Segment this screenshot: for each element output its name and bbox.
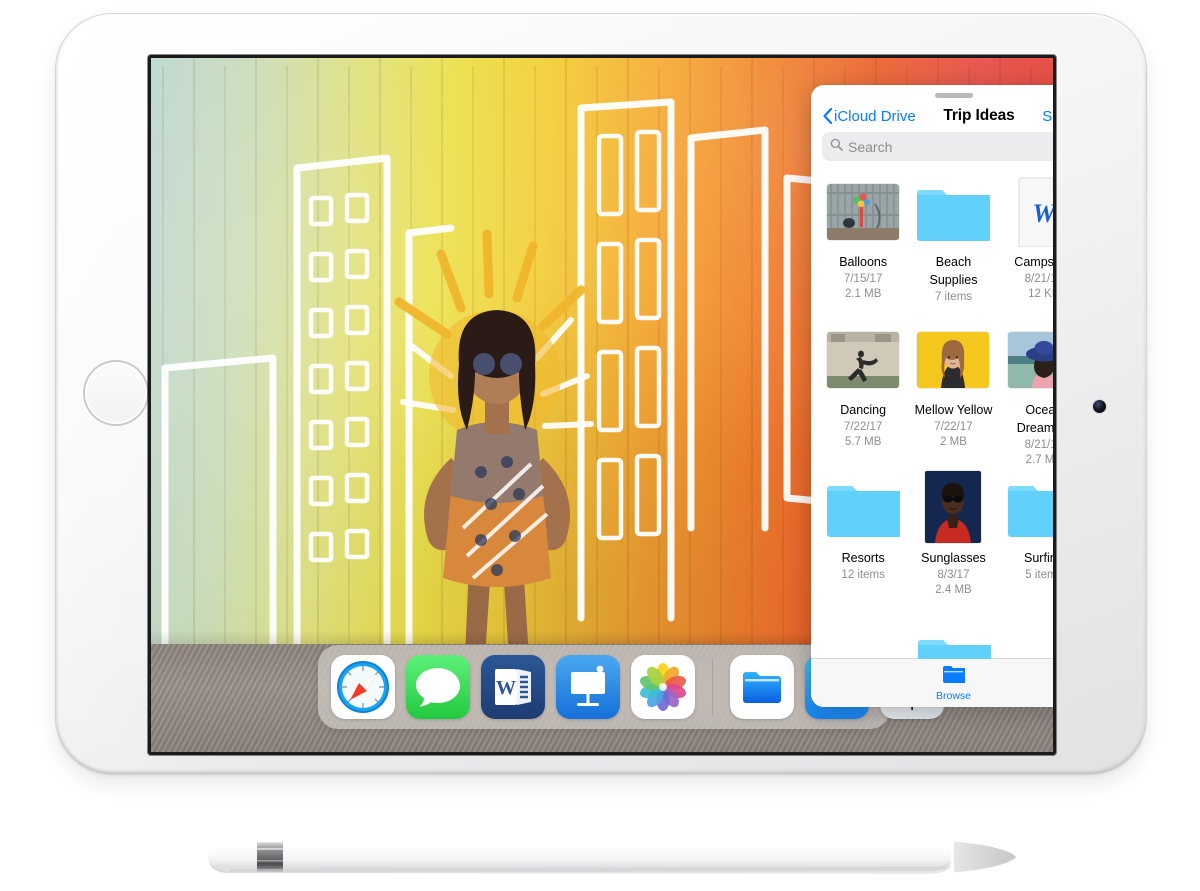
search-bar-container: Search (811, 130, 1053, 170)
messages-icon (416, 668, 460, 707)
file-item[interactable]: Mellow Yellow 7/22/17 2 MB (911, 323, 995, 471)
file-date: 7/22/17 (934, 420, 973, 433)
file-item[interactable]: Beach Supplies 7 items (911, 175, 995, 323)
panel-navigation-bar: iCloud Drive Trip Ideas Select (811, 98, 1053, 130)
file-item[interactable]: W Campsites 8/21/17 12 KB (1002, 175, 1053, 323)
home-button[interactable] (82, 359, 150, 427)
file-thumbnail (827, 323, 900, 397)
dock-app-keynote[interactable] (556, 655, 620, 719)
word-icon: W (495, 669, 531, 705)
photo-thumbnail-sunglasses (925, 471, 982, 543)
tab-browse[interactable]: Browse (936, 665, 971, 702)
file-thumbnail (1007, 471, 1053, 545)
file-date: 7/15/17 (843, 272, 883, 285)
photo-thumbnail-ocean-dreaming (1007, 332, 1053, 388)
file-name: Campsites (1014, 255, 1053, 269)
file-size: 2.1 MB (844, 288, 882, 301)
file-size: 12 KB (1028, 288, 1053, 301)
file-thumbnail (916, 175, 991, 249)
file-thumbnail: W (1017, 175, 1053, 249)
file-name: Resorts (841, 551, 885, 565)
file-thumbnail (826, 471, 901, 545)
search-input[interactable]: Search (822, 132, 1053, 161)
search-placeholder: Search (848, 138, 893, 155)
file-date: 7/22/17 (843, 420, 883, 433)
file-size: 5 items (1025, 568, 1053, 581)
folder-icon (827, 486, 901, 537)
tab-browse-label: Browse (935, 689, 971, 702)
file-name: Dancing (840, 403, 887, 417)
folder-icon (1007, 486, 1053, 537)
panel-title: Trip Ideas (943, 107, 1015, 124)
word-doc-glyph: W (1032, 199, 1053, 228)
file-name: Mellow Yellow (914, 403, 993, 417)
file-name: Surfing (1024, 551, 1053, 565)
file-thumbnail (1007, 323, 1053, 397)
file-thumbnail (925, 471, 982, 545)
apple-pencil (208, 840, 1016, 874)
home-button-ring (82, 359, 150, 427)
dock-app-safari[interactable] (331, 655, 395, 719)
file-name: Sunglasses (921, 551, 986, 565)
file-size: 2.7 MB (1025, 454, 1053, 467)
photo-thumbnail-mellow-yellow (917, 332, 990, 388)
file-size: 2.4 MB (935, 584, 972, 597)
file-size: 12 items (841, 568, 885, 581)
file-item[interactable]: Dancing 7/22/17 5.7 MB (821, 323, 905, 471)
file-item[interactable]: Balloons 7/15/17 2.1 MB (821, 175, 905, 323)
document-icon: W (1018, 177, 1053, 247)
file-item[interactable]: Resorts 12 items (821, 471, 905, 619)
file-date: 8/3/17 (937, 568, 970, 581)
dock-app-word[interactable]: W (481, 655, 545, 719)
file-thumbnail (917, 323, 990, 397)
word-icon-glyph: W (496, 677, 516, 699)
folder-icon (942, 665, 966, 689)
ipad-device: W iCloud Drive Trip Ideas S Search Ballo… (56, 14, 1146, 774)
photo-thumbnail-dancing (827, 332, 900, 388)
photo-thumbnail-balloons (827, 184, 900, 240)
dock: W (318, 645, 944, 729)
files-icon (743, 672, 781, 703)
folder-icon (917, 190, 991, 241)
file-name: Beach Supplies (929, 255, 978, 287)
back-button-label: iCloud Drive (834, 107, 916, 125)
file-item[interactable]: Ocean Dreaming 8/21/17 2.7 MB (1002, 323, 1053, 471)
dock-divider (712, 659, 713, 715)
file-size: 5.7 MB (844, 436, 882, 449)
screen: W iCloud Drive Trip Ideas S Search Ballo… (151, 58, 1053, 752)
panel-tab-bar: Browse (811, 658, 1053, 707)
file-thumbnail (827, 175, 900, 249)
select-button[interactable]: Select (1042, 108, 1053, 125)
file-size: 2 MB (940, 436, 967, 449)
file-name: Ocean Dreaming (1016, 403, 1053, 435)
screen-bezel: W iCloud Drive Trip Ideas S Search Ballo… (148, 55, 1056, 755)
file-name: Balloons (839, 255, 888, 269)
file-date: 8/21/17 (1024, 438, 1053, 451)
photos-icon (639, 663, 687, 711)
front-camera-icon (1093, 400, 1106, 413)
file-date: 8/21/17 (1024, 272, 1053, 285)
chevron-left-icon (823, 108, 832, 124)
file-item[interactable]: Sunglasses 8/3/17 2.4 MB (911, 471, 995, 619)
file-item[interactable]: Surfing 5 items (1002, 471, 1053, 619)
file-size: 7 items (934, 290, 973, 303)
file-grid: Balloons 7/15/17 2.1 MB Beach Supplies 7… (811, 170, 1053, 658)
dock-app-photos[interactable] (631, 655, 695, 719)
back-button[interactable]: iCloud Drive (823, 108, 916, 125)
keynote-icon (571, 665, 605, 706)
dock-app-messages[interactable] (406, 655, 470, 719)
files-slideover-panel: iCloud Drive Trip Ideas Select Search (811, 85, 1053, 707)
safari-icon (337, 661, 389, 713)
search-icon (830, 138, 843, 156)
dock-app-files[interactable] (730, 655, 794, 719)
